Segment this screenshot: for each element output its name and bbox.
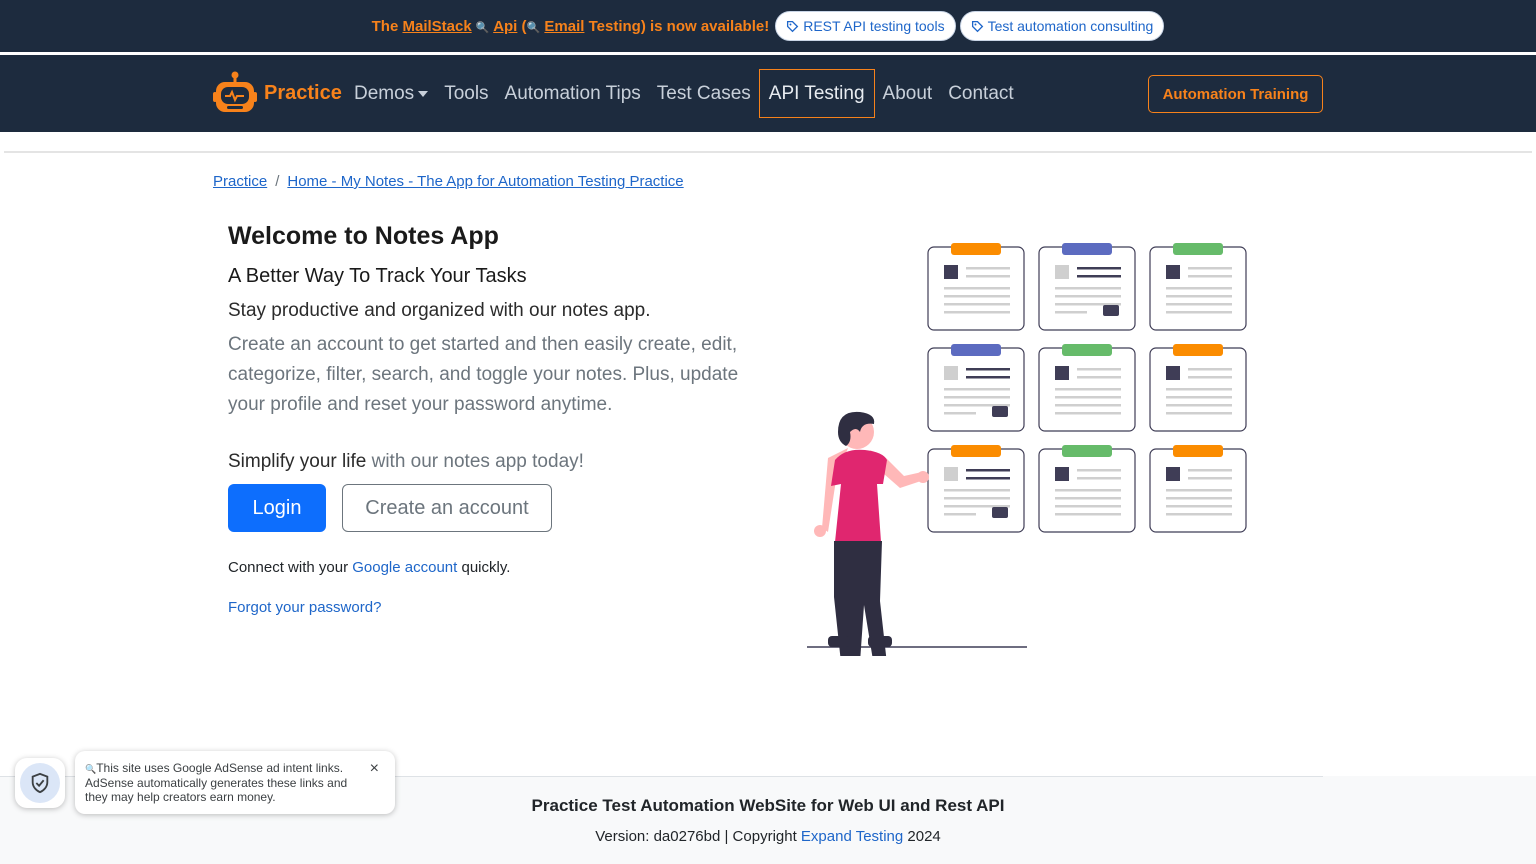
automation-training-button[interactable]: Automation Training: [1148, 75, 1323, 113]
announcement-text: The MailStack 🔍 Api (🔍 Email Testing) is…: [372, 18, 770, 35]
page-title: Welcome to Notes App: [228, 222, 499, 250]
page-subtitle: A Better Way To Track Your Tasks: [228, 265, 527, 287]
note-card: [1149, 344, 1247, 432]
notes-board-illustration: [807, 243, 1247, 656]
breadcrumb-current[interactable]: Home - My Notes - The App for Automation…: [287, 173, 683, 190]
announcement-bar: The MailStack 🔍 Api (🔍 Email Testing) is…: [0, 0, 1536, 52]
note-card: [1038, 243, 1136, 331]
footer-copyright: Version: da0276bd | Copyright Expand Tes…: [595, 828, 941, 845]
caret-down-icon: [418, 90, 429, 97]
divider: [4, 151, 1532, 153]
search-icon: 🔍: [85, 764, 97, 774]
google-connect-text: Connect with your Google account quickly…: [228, 559, 511, 576]
note-card: [1038, 344, 1136, 432]
main-navbar: Practice Demos Tools Automation Tips Tes…: [0, 55, 1536, 132]
adsense-notice: 🔍This site uses Google AdSense ad intent…: [75, 751, 395, 814]
note-card: [1038, 445, 1136, 533]
rest-api-tools-pill[interactable]: REST API testing tools: [775, 11, 956, 41]
brand-name: Practice: [264, 81, 342, 104]
search-icon: 🔍: [475, 21, 490, 34]
tag-icon: [971, 20, 983, 32]
api-link[interactable]: Api: [493, 18, 517, 35]
test-automation-consulting-pill[interactable]: Test automation consulting: [959, 11, 1165, 41]
breadcrumb: Practice / Home - My Notes - The App for…: [213, 173, 684, 190]
expand-testing-link[interactable]: Expand Testing: [801, 828, 903, 845]
adsense-notice-text: This site uses Google AdSense ad intent …: [85, 761, 348, 804]
note-card: [927, 243, 1025, 331]
search-icon: 🔍: [526, 21, 541, 34]
nav-about[interactable]: About: [875, 69, 941, 118]
nav-contact[interactable]: Contact: [940, 69, 1021, 118]
create-account-button[interactable]: Create an account: [342, 484, 552, 532]
announcement-mid: (: [517, 17, 527, 35]
login-button[interactable]: Login: [228, 484, 326, 532]
forgot-password-link[interactable]: Forgot your password?: [228, 599, 381, 616]
tag-icon: [787, 20, 799, 32]
nav-test-cases[interactable]: Test Cases: [649, 69, 759, 118]
nav-automation-tips[interactable]: Automation Tips: [497, 69, 649, 118]
brand-logo-link[interactable]: Practice: [212, 70, 342, 116]
nav-api-testing[interactable]: API Testing: [758, 69, 875, 118]
note-card: [1149, 445, 1247, 533]
description-text: Create an account to get started and the…: [228, 334, 739, 415]
robot-logo-icon: [213, 71, 257, 112]
person-figure: [814, 411, 929, 656]
note-card: [927, 445, 1025, 533]
nav-links: Demos Tools Automation Tips Test Cases A…: [354, 69, 1022, 118]
simplify-strong: Simplify your life: [228, 451, 367, 472]
mailstack-link[interactable]: MailStack: [402, 18, 471, 35]
shield-check-icon: [31, 772, 49, 794]
breadcrumb-separator: /: [275, 173, 280, 190]
note-card: [927, 344, 1025, 432]
simplify-text: Simplify your life with our notes app to…: [228, 451, 584, 473]
email-link[interactable]: Email: [544, 18, 584, 35]
lead-text: Stay productive and organized with our n…: [228, 300, 651, 321]
breadcrumb-practice[interactable]: Practice: [213, 173, 267, 190]
pill-label: REST API testing tools: [803, 18, 945, 34]
google-account-link[interactable]: Google account: [352, 559, 457, 576]
adsense-shield-button[interactable]: [15, 758, 65, 808]
pill-label: Test automation consulting: [987, 18, 1154, 34]
nav-demos-dropdown[interactable]: Demos: [354, 69, 436, 118]
announcement-prefix: The: [371, 17, 403, 35]
nav-tools[interactable]: Tools: [436, 69, 496, 118]
simplify-rest: with our notes app today!: [366, 451, 584, 472]
announcement-suffix: Testing) is now available!: [584, 17, 770, 35]
close-icon[interactable]: ×: [370, 761, 379, 777]
note-card: [1149, 243, 1247, 331]
